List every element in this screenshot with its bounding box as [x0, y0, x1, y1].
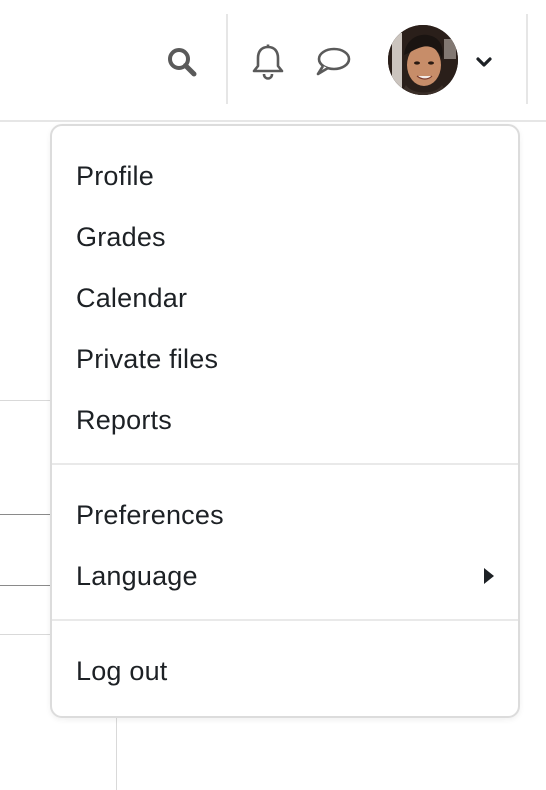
- top-navbar: [0, 0, 546, 122]
- menu-item-grades[interactable]: Grades: [76, 215, 506, 259]
- user-dropdown-menu: Profile Grades Calendar Private files Re…: [50, 124, 520, 718]
- menu-item-calendar[interactable]: Calendar: [76, 276, 506, 320]
- avatar[interactable]: [388, 25, 458, 95]
- page-divider: [0, 634, 52, 635]
- search-icon[interactable]: [164, 44, 200, 80]
- menu-item-reports[interactable]: Reports: [76, 398, 506, 442]
- menu-item-profile[interactable]: Profile: [76, 154, 506, 198]
- caret-right-icon: [484, 568, 494, 584]
- chevron-down-icon[interactable]: [472, 50, 496, 74]
- menu-item-preferences[interactable]: Preferences: [76, 493, 506, 537]
- menu-separator: [52, 463, 518, 465]
- menu-item-language[interactable]: Language: [76, 554, 506, 598]
- navbar-divider: [526, 14, 528, 104]
- page-divider: [0, 585, 52, 586]
- navbar-divider: [226, 14, 228, 104]
- menu-separator: [52, 619, 518, 621]
- menu-item-logout[interactable]: Log out: [76, 649, 506, 693]
- page-divider: [0, 514, 52, 515]
- page-divider: [116, 714, 117, 790]
- chat-bubble-icon[interactable]: [312, 44, 354, 80]
- menu-item-private-files[interactable]: Private files: [76, 337, 506, 381]
- page-divider: [0, 400, 52, 401]
- bell-icon[interactable]: [248, 42, 288, 82]
